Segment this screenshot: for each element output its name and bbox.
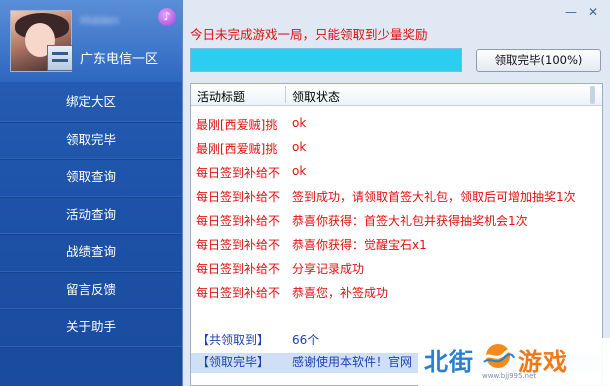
- list-item[interactable]: 每日签到补给不 恭喜你获得：觉醒宝石x1: [191, 236, 602, 256]
- card-icon: [47, 45, 73, 71]
- row-status: ok: [292, 116, 307, 130]
- server-name: 广东电信一区: [80, 52, 159, 67]
- list-item[interactable]: 每日签到补给不 ok: [191, 164, 602, 184]
- summary-title: 【共领取到】: [197, 333, 270, 347]
- list-item[interactable]: 最刚[西爱贼]挑 ok: [191, 116, 602, 136]
- sidebar-item-event-query[interactable]: 活动查询: [0, 197, 182, 234]
- row-title: 每日签到补给不: [196, 214, 281, 228]
- row-title: 每日签到补给不: [196, 262, 281, 276]
- row-title: 最刚[西爱贼]挑: [196, 142, 278, 156]
- row-status: ok: [292, 164, 307, 178]
- row-status: 签到成功，请领取首签大礼包，领取后可增加抽奖1次: [292, 190, 576, 204]
- notice-text: 今日未完成游戏一局，只能领取到少量奖励: [190, 27, 428, 42]
- sidebar: Hidden 广东电信一区 ♪ 绑定大区 领取完毕 领取查询 活动查询 战绩查询…: [0, 0, 183, 386]
- summary-value: 66个: [292, 333, 320, 347]
- progress-bar: [190, 48, 462, 72]
- row-status: ok: [292, 140, 307, 154]
- watermark-url: www.bjj995.net: [482, 372, 537, 380]
- main-panel: — ✕ 今日未完成游戏一局，只能领取到少量奖励 领取完毕(100%) 活动标题 …: [183, 0, 610, 386]
- sidebar-item-bind-region[interactable]: 绑定大区: [0, 84, 182, 122]
- row-title: 每日签到补给不: [196, 166, 281, 180]
- watermark-text-left: 北街: [424, 348, 474, 376]
- row-title: 每日签到补给不: [196, 190, 281, 204]
- list-header: 活动标题 领取状态: [191, 84, 602, 106]
- wave-logo-icon: [482, 344, 516, 368]
- row-title: 每日签到补给不: [196, 238, 281, 252]
- sidebar-item-claim-query[interactable]: 领取查询: [0, 159, 182, 197]
- sidebar-item-about[interactable]: 关于助手: [0, 309, 182, 347]
- profile-panel: Hidden 广东电信一区 ♪: [0, 0, 182, 82]
- username: Hidden: [80, 14, 120, 27]
- music-icon[interactable]: ♪: [158, 8, 176, 26]
- scrollbar-thumb[interactable]: [590, 86, 595, 104]
- row-status: 恭喜你获得：觉醒宝石x1: [292, 238, 427, 252]
- sidebar-menu: 绑定大区 领取完毕 领取查询 活动查询 战绩查询 留言反馈 关于助手: [0, 84, 182, 347]
- sidebar-item-feedback[interactable]: 留言反馈: [0, 272, 182, 309]
- list-item[interactable]: 每日签到补给不 恭喜你获得：首签大礼包并获得抽奖机会1次: [191, 212, 602, 232]
- column-divider[interactable]: [285, 86, 286, 103]
- summary-title: 【领取完毕】: [197, 355, 270, 369]
- summary-value: 感谢使用本软件！官网: [292, 355, 413, 369]
- list-item[interactable]: 每日签到补给不 签到成功，请领取首签大礼包，领取后可增加抽奖1次: [191, 188, 602, 208]
- row-title: 每日签到补给不: [196, 286, 281, 300]
- finish-button[interactable]: 领取完毕(100%): [476, 49, 601, 72]
- row-status: 分享记录成功: [292, 262, 365, 276]
- column-header-title[interactable]: 活动标题: [197, 88, 245, 105]
- row-status: 恭喜您，补签成功: [292, 286, 389, 300]
- row-status: 恭喜你获得：首签大礼包并获得抽奖机会1次: [292, 214, 528, 228]
- row-title: 最刚[西爱贼]挑: [196, 118, 278, 132]
- list-item[interactable]: 最刚[西爱贼]挑 ok: [191, 140, 602, 160]
- close-button[interactable]: ✕: [585, 6, 601, 18]
- list-item[interactable]: 每日签到补给不 分享记录成功: [191, 260, 602, 280]
- column-header-status[interactable]: 领取状态: [292, 88, 340, 105]
- watermark: 北街 游戏 www.bjj995.net: [418, 338, 610, 386]
- sidebar-item-claim-done[interactable]: 领取完毕: [0, 122, 182, 159]
- minimize-button[interactable]: —: [563, 6, 579, 18]
- sidebar-item-record-query[interactable]: 战绩查询: [0, 234, 182, 272]
- list-item[interactable]: 每日签到补给不 恭喜您，补签成功: [191, 284, 602, 304]
